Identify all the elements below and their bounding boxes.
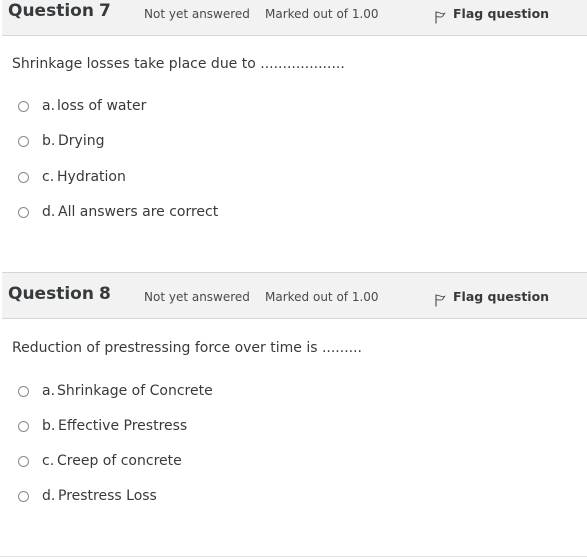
- question-8-state: Not yet answered: [144, 290, 250, 304]
- question-8-title: Question 8: [8, 284, 111, 304]
- option-letter: b.: [42, 418, 56, 434]
- radio-button[interactable]: [18, 101, 29, 112]
- radio-button[interactable]: [18, 386, 29, 397]
- option-text: Shrinkage of Concrete: [57, 383, 213, 399]
- question-8-title-word: Question: [8, 284, 94, 304]
- radio-button[interactable]: [18, 172, 29, 183]
- question-8-grade: Marked out of 1.00: [265, 290, 379, 304]
- question-7-text: Shrinkage losses take place due to .....…: [12, 56, 345, 72]
- option-letter: c.: [42, 169, 55, 185]
- question-7-number: 7: [98, 1, 111, 21]
- question-8-text: Reduction of prestressing force over tim…: [12, 340, 362, 356]
- flag-icon: [435, 294, 446, 307]
- option-text: Hydration: [57, 169, 126, 185]
- question-7-grade: Marked out of 1.00: [265, 7, 379, 21]
- option-letter: b.: [42, 133, 56, 149]
- option-text: Creep of concrete: [57, 453, 182, 469]
- option-letter: a.: [42, 383, 56, 399]
- question-8-flag-label: Flag question: [453, 289, 550, 304]
- option-text: All answers are correct: [58, 204, 219, 220]
- question-7-header: Question 7 Not yet answered Marked out of…: [2, 0, 587, 36]
- radio-button[interactable]: [18, 136, 29, 147]
- radio-button[interactable]: [18, 491, 29, 502]
- option-letter: a.: [42, 98, 56, 114]
- radio-button[interactable]: [18, 207, 29, 218]
- question-7-title-word: Question: [8, 1, 94, 21]
- question-8-flag-button[interactable]: Flag question: [435, 289, 550, 307]
- option-text: Prestress Loss: [58, 488, 157, 504]
- question-8-header: Question 8 Not yet answered Marked out of…: [2, 272, 587, 319]
- question-7-flag-button[interactable]: Flag question: [435, 6, 550, 24]
- flag-icon: [435, 11, 446, 24]
- radio-button[interactable]: [18, 456, 29, 467]
- question-7-title: Question 7: [8, 1, 111, 21]
- option-text: Effective Prestress: [58, 418, 188, 434]
- option-letter: c.: [42, 453, 55, 469]
- question-7-state: Not yet answered: [144, 7, 250, 21]
- option-letter: d.: [42, 488, 56, 504]
- option-letter: d.: [42, 204, 56, 220]
- question-8-number: 8: [98, 284, 111, 304]
- option-text: loss of water: [57, 98, 147, 114]
- question-7-flag-label: Flag question: [453, 6, 550, 21]
- question-divider: [0, 556, 587, 557]
- radio-button[interactable]: [18, 421, 29, 432]
- option-text: Drying: [58, 133, 105, 149]
